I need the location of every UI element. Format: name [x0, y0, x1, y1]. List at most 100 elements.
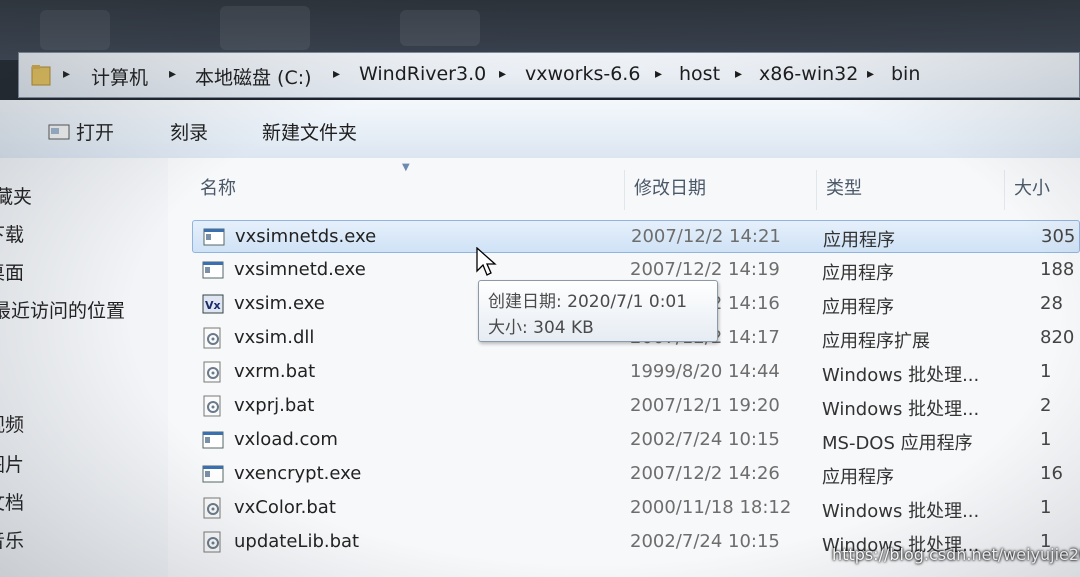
nav-item-documents[interactable]: 文档 [0, 488, 24, 515]
file-size: 28 [1040, 293, 1063, 314]
breadcrumb-host[interactable]: host [679, 63, 720, 85]
breadcrumb-x86-win32[interactable]: x86-win32 [759, 63, 858, 85]
column-divider[interactable] [816, 170, 817, 210]
file-tooltip: 创建日期: 2020/7/1 0:01 大小: 304 KB [478, 280, 718, 342]
nav-item-desktop[interactable]: 桌面 [0, 258, 24, 285]
file-type: 应用程序扩展 [822, 331, 930, 352]
monitor-bezel [0, 0, 1080, 60]
column-header-date[interactable]: 修改日期 [634, 174, 706, 200]
breadcrumb-separator: ▸ [499, 66, 507, 82]
file-size: 305 [1041, 226, 1076, 247]
file-row[interactable]: vxload.com 2002/7/24 10:15 MS-DOS 应用程序 1 [192, 424, 1080, 457]
exe-icon [203, 226, 225, 248]
vx-icon: Vx [202, 293, 224, 315]
file-name: updateLib.bat [234, 531, 360, 552]
breadcrumb-separator: ▸ [655, 66, 663, 82]
file-row[interactable]: vxColor.bat 2000/11/18 18:12 Windows 批处理..… [192, 492, 1080, 525]
navigation-pane: 藏夹 下载 桌面 最近访问的位置 视频 图片 文档 音乐 [0, 158, 169, 577]
file-size: 16 [1040, 463, 1063, 484]
file-name: vxsimnetd.exe [234, 259, 366, 280]
exe-icon [202, 259, 224, 281]
nav-item-recent-places[interactable]: 最近访问的位置 [0, 296, 125, 323]
file-size: 188 [1040, 259, 1075, 280]
nav-item-pictures[interactable]: 图片 [0, 450, 24, 477]
new-folder-button[interactable]: 新建文件夹 [262, 118, 357, 145]
file-list: 名称 ▼ 修改日期 类型 大小 vxsimnetds.exe 2007/12/2 … [168, 158, 1080, 577]
explorer-window: ▸ 计算机 ▸ 本地磁盘 (C:) ▸ WindRiver3.0 ▸ vxwor… [0, 0, 1080, 577]
file-modified-date: 2007/12/2 14:19 [630, 259, 780, 280]
burn-button[interactable]: 刻录 [170, 118, 208, 145]
folder-icon [31, 65, 51, 86]
file-modified-date: 2007/12/1 19:20 [630, 395, 780, 416]
mouse-cursor-icon [476, 247, 497, 276]
file-size: 1 [1040, 497, 1052, 518]
file-row[interactable]: vxprj.bat 2007/12/1 19:20 Windows 批处理... 2 [192, 390, 1080, 423]
exe-icon [202, 463, 224, 485]
file-modified-date: 1999/8/20 14:44 [630, 361, 780, 382]
breadcrumb-separator: ▸ [735, 66, 743, 82]
bat-icon [202, 361, 224, 383]
column-divider[interactable] [624, 170, 625, 210]
breadcrumb-separator: ▸ [169, 66, 177, 82]
dll-icon [202, 327, 224, 349]
breadcrumb-windriver[interactable]: WindRiver3.0 [359, 63, 486, 85]
file-type: Windows 批处理... [822, 399, 980, 420]
file-name: vxColor.bat [234, 497, 336, 518]
bat-icon [202, 531, 224, 553]
sort-arrow-icon: ▼ [402, 162, 410, 173]
file-name: vxencrypt.exe [234, 463, 362, 484]
address-bar[interactable]: ▸ 计算机 ▸ 本地磁盘 (C:) ▸ WindRiver3.0 ▸ vxwor… [18, 52, 1080, 98]
breadcrumb-bin[interactable]: bin [891, 63, 920, 85]
column-header-size[interactable]: 大小 [1014, 174, 1050, 200]
file-modified-date: 2000/11/18 18:12 [630, 497, 792, 518]
column-divider[interactable] [1004, 170, 1005, 210]
file-row[interactable]: vxsimnetds.exe 2007/12/2 14:21 应用程序 305 [192, 220, 1080, 253]
file-modified-date: 2002/7/24 10:15 [630, 429, 780, 450]
open-label: 打开 [76, 122, 115, 144]
file-name: vxsim.dll [234, 327, 315, 348]
open-icon [48, 124, 70, 140]
bat-icon [202, 497, 224, 519]
file-type: 应用程序 [822, 297, 894, 318]
command-toolbar: 打开 刻录 新建文件夹 [0, 100, 1080, 159]
column-header-type[interactable]: 类型 [826, 174, 862, 200]
file-type: Windows 批处理... [822, 365, 980, 386]
file-name: vxsimnetds.exe [235, 226, 377, 247]
tooltip-created-date: 创建日期: 2020/7/1 0:01 [488, 292, 688, 312]
file-size: 1 [1040, 361, 1052, 382]
file-size: 820 [1040, 327, 1075, 348]
nav-item-videos[interactable]: 视频 [0, 410, 24, 437]
column-header-name[interactable]: 名称 [200, 174, 236, 200]
file-modified-date: 2007/12/2 14:21 [631, 226, 781, 247]
file-modified-date: 2007/12/2 14:26 [630, 463, 780, 484]
file-name: vxload.com [234, 429, 338, 450]
breadcrumb-separator: ▸ [333, 66, 341, 82]
file-type: 应用程序 [822, 263, 894, 284]
file-size: 2 [1040, 395, 1052, 416]
open-button[interactable]: 打开 [48, 118, 114, 145]
file-name: vxprj.bat [234, 395, 315, 416]
breadcrumb-separator: ▸ [63, 66, 71, 82]
file-row[interactable]: vxrm.bat 1999/8/20 14:44 Windows 批处理... 1 [192, 356, 1080, 389]
file-size: 1 [1040, 429, 1052, 450]
breadcrumb-local-disk[interactable]: 本地磁盘 (C:) [195, 63, 312, 90]
file-name: vxsim.exe [234, 293, 325, 314]
file-type: MS-DOS 应用程序 [822, 433, 973, 454]
svg-text:Vx: Vx [205, 299, 221, 312]
bat-icon [202, 395, 224, 417]
tooltip-size: 大小: 304 KB [488, 318, 594, 338]
nav-item-music[interactable]: 音乐 [0, 526, 24, 553]
nav-item-favorites[interactable]: 藏夹 [0, 182, 32, 209]
breadcrumb-separator: ▸ [867, 66, 875, 82]
file-row[interactable]: vxencrypt.exe 2007/12/2 14:26 应用程序 16 [192, 458, 1080, 491]
nav-item-downloads[interactable]: 下载 [0, 220, 24, 247]
watermark-text: https://blog.csdn.net/weiyujie2014 [832, 545, 1080, 564]
breadcrumb-vxworks[interactable]: vxworks-6.6 [525, 63, 640, 85]
file-type: Windows 批处理... [822, 501, 980, 522]
file-type: 应用程序 [823, 230, 895, 251]
file-name: vxrm.bat [234, 361, 316, 382]
breadcrumb-computer[interactable]: 计算机 [91, 63, 148, 90]
file-modified-date: 2002/7/24 10:15 [630, 531, 780, 552]
file-type: 应用程序 [822, 467, 894, 488]
exe-icon [202, 429, 224, 451]
